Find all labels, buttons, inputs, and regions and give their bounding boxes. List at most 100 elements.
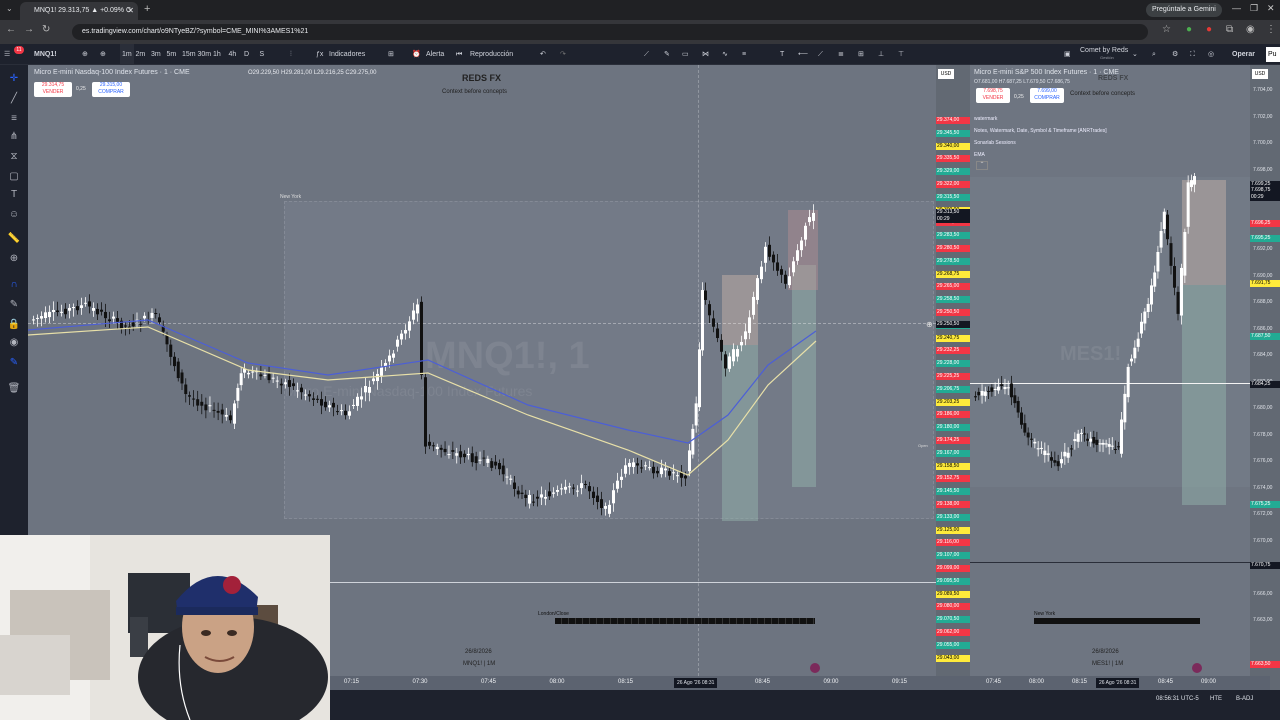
tab-search-icon[interactable]: ⌄ [6, 4, 13, 13]
new-tab-icon[interactable]: + [144, 3, 150, 15]
indicator-notes[interactable]: Notes, Watermark, Date, Symbol & Timefra… [974, 125, 1107, 137]
price-axis-left[interactable]: USD 29.374,00 29.345,50 29.340,00 29.335,50… [936, 65, 970, 690]
interval-30m[interactable]: 30m [198, 44, 212, 65]
brush-tool-icon[interactable]: ✎ [664, 44, 670, 65]
snapshot-icon[interactable]: ◎ [1208, 44, 1214, 65]
close-tab-icon[interactable]: ✕ [127, 2, 134, 20]
account-icon[interactable]: ▣ [1064, 44, 1071, 65]
shapes-icon[interactable]: ▢ [7, 171, 21, 183]
trendline-tool-icon[interactable]: ⟋ [644, 44, 649, 65]
replay-icon[interactable]: ⏮ [456, 44, 462, 65]
interval-1h[interactable]: 1h [213, 44, 221, 65]
magnet-icon[interactable]: ∩ [7, 279, 21, 291]
browser-menu-icon[interactable]: ⋮ [1266, 24, 1276, 35]
chart-pane-sp500[interactable]: MES1! Micro E-mini S&P 500 Index Futures… [970, 65, 1250, 690]
visibility-icon[interactable]: ◉ [7, 337, 21, 349]
collapse-legend-icon[interactable]: ⌃ [976, 161, 988, 170]
sell-button-right[interactable]: 7.698,75 VENDER [976, 88, 1010, 103]
indicators-icon[interactable]: ƒx [316, 44, 323, 65]
alert-button[interactable]: Alerta [426, 44, 444, 65]
compare-icon[interactable]: ⊕ [82, 44, 88, 65]
line-tool-icon[interactable]: ╱ [7, 93, 21, 105]
price-range-tool-icon[interactable]: ⊤ [898, 44, 904, 65]
alert-icon[interactable]: ⏰ [412, 44, 421, 65]
trash-icon[interactable]: 🗑 [7, 383, 21, 395]
wave-tool-icon[interactable]: ∿ [722, 44, 728, 65]
sell-button[interactable]: 29.314,75 VENDER [34, 82, 72, 97]
favorites-icon[interactable]: ✎ [7, 357, 21, 369]
tv-menu-icon[interactable]: ☰ [4, 44, 10, 65]
undo-icon[interactable]: ↶ [540, 44, 546, 65]
indicator-watermark[interactable]: watermark [974, 113, 1107, 125]
interval-2m[interactable]: 2m [136, 44, 146, 65]
buy-button[interactable]: 29.315,00 COMPRAR [92, 82, 130, 97]
measure-tool-icon[interactable]: ⊥ [878, 44, 884, 65]
gemini-button[interactable]: Pregúntale a Gemini [1146, 3, 1222, 17]
replay-button[interactable]: Reproducción [470, 44, 513, 65]
indicator-sessions[interactable]: Sonarlab Sessions [974, 137, 1107, 149]
interval-5m[interactable]: 5m [167, 44, 177, 65]
account-name[interactable]: Comet by Reds [1080, 47, 1128, 55]
fullscreen-icon[interactable]: ⛶ [1190, 44, 1195, 65]
add-symbol-icon[interactable]: ⊕ [100, 44, 106, 65]
interval-3m[interactable]: 3m [151, 44, 161, 65]
layout-icon[interactable]: ⊞ [388, 44, 394, 65]
bookmark-star-icon[interactable]: ☆ [1162, 24, 1171, 35]
projection-icon[interactable]: ⧖ [7, 151, 21, 163]
fib-tool-icon[interactable]: ≡ [742, 44, 746, 65]
extension-red-icon[interactable]: ● [1206, 24, 1212, 35]
arrow-tool-icon[interactable]: ⟵ [798, 44, 808, 65]
interval-4h[interactable]: 4h [229, 44, 237, 65]
indicator-ema[interactable]: EMA [974, 149, 1107, 161]
text-icon[interactable]: T [7, 189, 21, 201]
search-icon[interactable]: ⌕ [1152, 44, 1156, 65]
crosshair-tool-icon[interactable]: ✛ [7, 73, 21, 85]
ray-tool-icon[interactable]: ⟋ [818, 44, 823, 65]
add-alert-icon[interactable]: ⊕ [926, 320, 933, 329]
fib-retracement-icon[interactable]: ≡ [7, 113, 21, 125]
patterns-icon[interactable]: ☺ [7, 209, 21, 221]
grid-tool-icon[interactable]: ⊞ [858, 44, 864, 65]
account-chevron-icon[interactable]: ⌄ [1132, 44, 1138, 65]
buy-button-right[interactable]: 7.699,00 COMPRAR [1030, 88, 1064, 103]
replay-marker-right-icon[interactable] [1192, 663, 1202, 673]
interval-S[interactable]: S [260, 44, 265, 65]
extensions-puzzle-icon[interactable]: ⧉ [1226, 24, 1233, 35]
adjustment-toggle[interactable]: B-ADJ [1236, 696, 1253, 702]
minimize-icon[interactable]: — [1232, 3, 1241, 13]
profile-icon[interactable]: ◉ [1246, 24, 1255, 35]
lock-icon[interactable]: 🔒 [7, 319, 21, 331]
maximize-icon[interactable]: ❐ [1250, 3, 1258, 14]
stay-drawing-icon[interactable]: ✎ [7, 299, 21, 311]
interval-1m[interactable]: 1m [120, 44, 134, 65]
redo-icon[interactable]: ↷ [560, 44, 566, 65]
session-indicator[interactable]: HTE [1210, 696, 1222, 702]
interval-D[interactable]: D [244, 44, 249, 65]
publish-button[interactable]: Pu [1266, 47, 1280, 62]
replay-marker-icon[interactable] [810, 663, 820, 673]
browser-tab[interactable]: MNQ1! 29.313,75 ▲ +0.09% C ✕ [20, 2, 138, 20]
gann-tool-icon[interactable]: ≣ [838, 44, 844, 65]
clock[interactable]: 08:56:31 UTC-5 [1156, 696, 1199, 702]
chart-type-icon[interactable]: ⫶ [290, 44, 292, 65]
forward-icon[interactable]: → [24, 24, 34, 35]
text-tool-icon[interactable]: T [780, 44, 784, 65]
pitchfork-icon[interactable]: ⋔ [7, 131, 21, 143]
close-window-icon[interactable]: ✕ [1267, 3, 1275, 14]
ruler-icon[interactable]: 📏 [7, 233, 21, 245]
interval-15m[interactable]: 15m [182, 44, 196, 65]
currency-label[interactable]: USD [938, 69, 954, 79]
trade-button[interactable]: Operar [1232, 44, 1255, 65]
price-axis-right[interactable]: USD 7.704,00 7.702,00 7.700,00 7.698,00 7.69… [1250, 65, 1280, 690]
extension-icon[interactable]: ● [1186, 24, 1192, 35]
url-field[interactable]: es.tradingview.com/chart/o9NTyeBZ/?symbo… [72, 24, 1148, 40]
currency-label-right[interactable]: USD [1252, 69, 1268, 79]
pattern-tool-icon[interactable]: ⋈ [702, 44, 709, 65]
reload-icon[interactable]: ↻ [42, 24, 50, 35]
time-axis[interactable]: 07:1507:3007:4508:0008:1508:3008:4509:00… [330, 676, 1270, 690]
rectangle-tool-icon[interactable]: ▭ [682, 44, 689, 65]
zoom-icon[interactable]: ⊕ [7, 253, 21, 265]
indicators-button[interactable]: Indicadores [329, 44, 365, 65]
settings-icon[interactable]: ⚙ [1172, 44, 1178, 65]
back-icon[interactable]: ← [6, 24, 16, 35]
